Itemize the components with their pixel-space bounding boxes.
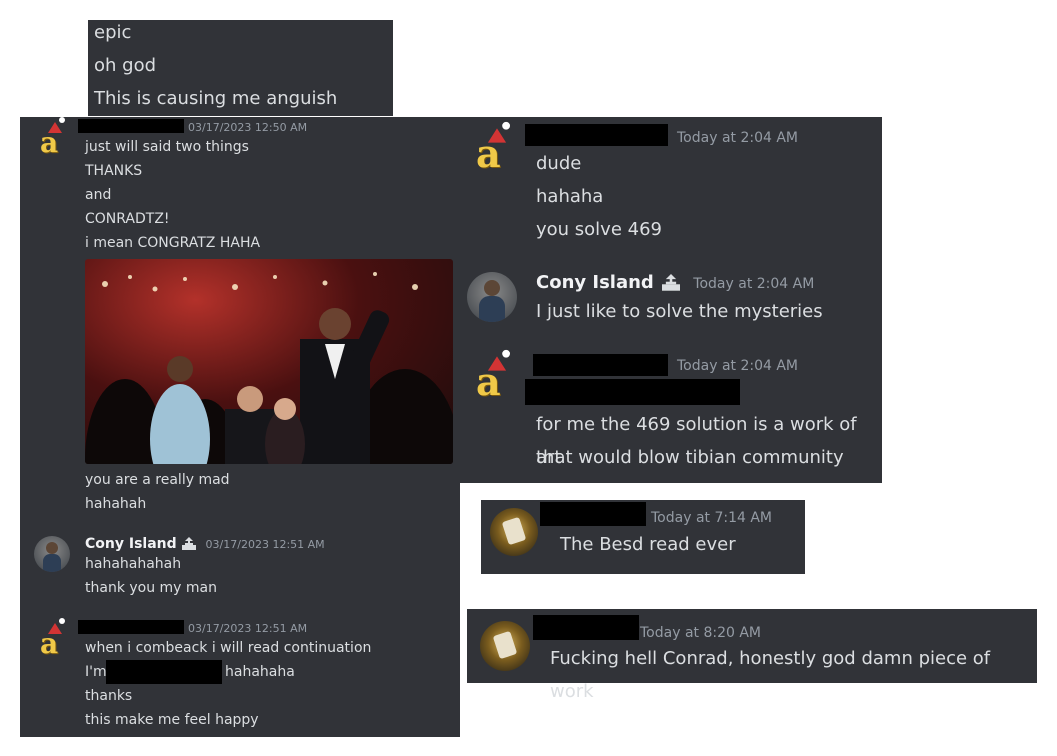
message-line: when i combeack i will read continuation <box>85 640 372 656</box>
message-timestamp: 03/17/2023 12:50 AM <box>188 121 308 134</box>
message-line: THANKS <box>85 163 143 179</box>
message-line: hahahah <box>85 496 147 512</box>
username: Cony Island <box>85 536 177 552</box>
message-timestamp: 03/17/2023 12:51 AM <box>205 538 325 551</box>
message-line: epic <box>94 22 132 43</box>
message-timestamp: Today at 7:14 AM <box>651 510 773 526</box>
avatar[interactable]: a <box>38 618 68 661</box>
message-timestamp: 03/17/2023 12:51 AM <box>188 622 308 635</box>
redacted-username <box>533 354 668 376</box>
message-line: and <box>85 187 112 203</box>
avatar-emblem <box>492 630 518 660</box>
avatar[interactable]: a <box>38 117 68 160</box>
redacted-username <box>525 124 668 146</box>
amazon-a-icon: a <box>40 126 59 159</box>
avatar-figure-body <box>43 554 61 572</box>
redacted-username <box>78 620 184 634</box>
avatar[interactable]: a <box>474 121 514 177</box>
redacted-text <box>106 660 222 684</box>
avatar[interactable] <box>467 272 517 322</box>
avatar-figure-body <box>479 296 505 322</box>
message-line: i mean CONGRATZ HAHA <box>85 235 261 251</box>
message-line: this make me feel happy <box>85 712 259 728</box>
message-line: you are a really mad <box>85 472 230 488</box>
message-line: dude <box>536 153 582 174</box>
avatar-emblem <box>501 516 527 546</box>
username-cony-island[interactable]: Cony Island Today at 2:04 AM <box>536 270 814 297</box>
message-panel-bottom: Today at 8:20 AM Fucking hell Conrad, ho… <box>467 609 1037 702</box>
avatar[interactable] <box>34 536 70 572</box>
avatar-figure <box>484 280 500 296</box>
redacted-username <box>533 615 639 640</box>
message-line-suffix: hahahaha <box>225 664 295 680</box>
avatar[interactable] <box>490 508 538 556</box>
message-line: thank you my man <box>85 580 218 596</box>
avatar[interactable]: a <box>474 349 514 405</box>
message-panel-left: a 03/17/2023 12:50 AM just will said two… <box>20 117 460 737</box>
message-panel-top: epic oh god This is causing me anguish h… <box>88 20 393 142</box>
message-panel-right: a Today at 2:04 AM dude hahaha you solve… <box>460 117 882 483</box>
message-line-prefix: I'm <box>85 664 107 680</box>
message-line: Fucking hell Conrad, honestly god damn p… <box>550 648 991 702</box>
message-timestamp: Today at 2:04 AM <box>677 358 799 374</box>
message-line: oh god <box>94 55 157 76</box>
message-line: I just like to solve the mysteries <box>536 301 823 322</box>
redacted-username <box>78 119 184 133</box>
avatar[interactable] <box>480 621 530 671</box>
message-line: thanks <box>85 688 133 704</box>
avatar-figure <box>46 542 58 554</box>
amazon-a-icon: a <box>476 359 501 404</box>
upload-badge-icon <box>182 537 197 550</box>
redacted-text <box>525 379 740 405</box>
message-line: just will said two things <box>85 139 249 155</box>
username: Cony Island <box>536 272 654 293</box>
message-line: CONRADTZ! <box>85 211 170 227</box>
message-timestamp: Today at 8:20 AM <box>640 625 762 641</box>
gif-scene-illustration <box>85 272 453 464</box>
message-panel-mid: Today at 7:14 AM The Besd read ever <box>481 500 805 574</box>
upload-badge-icon <box>661 274 680 291</box>
message-timestamp: Today at 2:04 AM <box>677 130 799 146</box>
message-line: that would blow tibian community <box>536 447 844 468</box>
message-line: hahahahahah <box>85 556 182 572</box>
message-timestamp: Today at 2:04 AM <box>693 276 815 292</box>
message-line: you solve 469 <box>536 219 662 240</box>
gif-embed[interactable] <box>85 259 453 464</box>
message-line: hahaha <box>536 186 604 207</box>
redacted-username <box>540 502 646 526</box>
amazon-a-icon: a <box>40 627 59 660</box>
amazon-a-icon: a <box>476 131 501 176</box>
message-line: The Besd read ever <box>560 534 736 555</box>
